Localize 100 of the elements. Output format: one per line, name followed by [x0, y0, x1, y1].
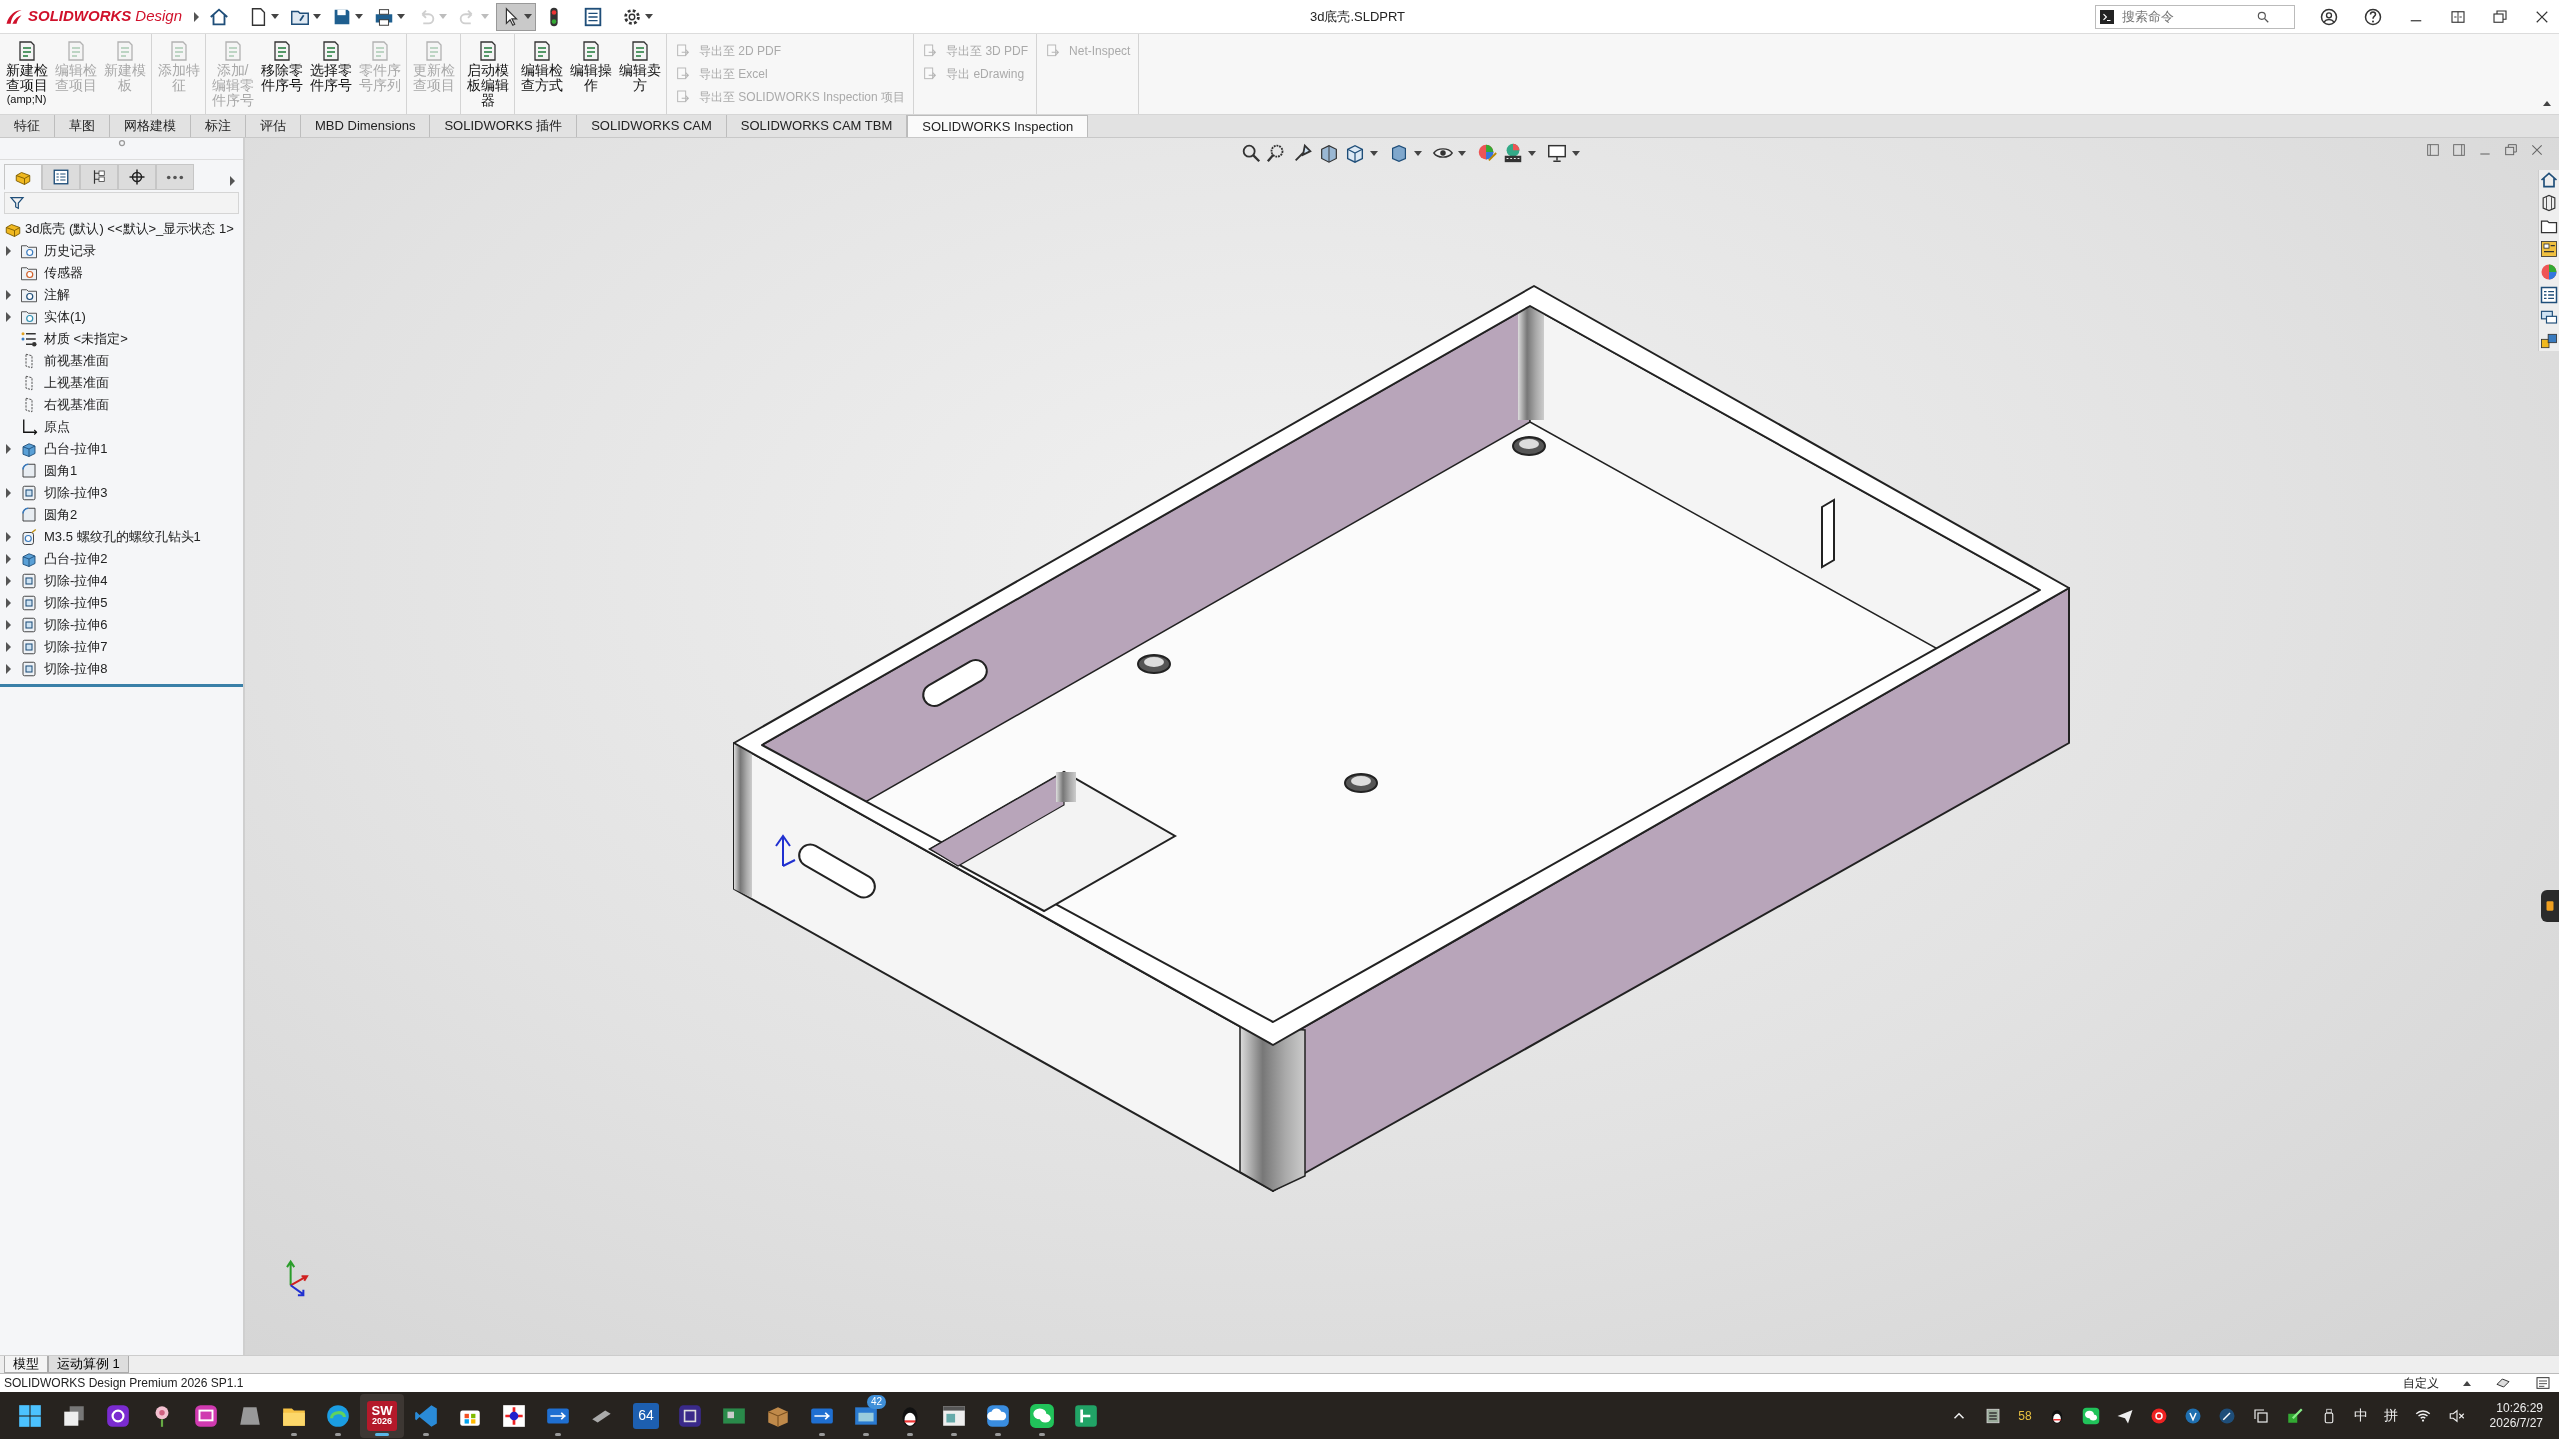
select-button[interactable] — [496, 2, 536, 31]
tray-text[interactable]: 中 — [2353, 1405, 2368, 1426]
caret-icon[interactable] — [524, 14, 532, 19]
expand-arrow-icon[interactable] — [5, 290, 11, 300]
taskbar-button[interactable]: 64 — [624, 1393, 668, 1438]
caret-icon[interactable] — [355, 14, 363, 19]
tree-item[interactable]: 切除-拉伸6 — [38, 615, 108, 635]
tree-item[interactable]: 凸台-拉伸1 — [38, 439, 108, 459]
expand-arrow-icon[interactable] — [5, 444, 11, 454]
ribbon-button[interactable]: 编辑检查方式 — [517, 34, 566, 114]
scene-icon[interactable] — [1502, 142, 1524, 164]
caret-icon[interactable] — [271, 14, 279, 19]
tree-item[interactable]: 材质 <未指定> — [38, 329, 128, 349]
expand-arrow-icon[interactable] — [5, 598, 11, 608]
zoom-fit-icon[interactable] — [1240, 142, 1262, 164]
tree-item[interactable]: 切除-拉伸8 — [38, 659, 108, 679]
restore-icon[interactable] — [2491, 7, 2509, 26]
design-library-icon[interactable] — [2539, 331, 2559, 351]
expand-arrow-icon[interactable] — [5, 664, 11, 674]
custom-properties-icon[interactable] — [2539, 285, 2559, 305]
caret-icon[interactable] — [2463, 1380, 2471, 1386]
previous-view-icon[interactable] — [1292, 142, 1314, 164]
expand-arrow-icon[interactable] — [5, 642, 11, 652]
tree-item[interactable]: 注解 — [38, 285, 70, 305]
home-icon[interactable] — [2539, 170, 2559, 190]
ribbon-button[interactable]: 编辑卖方 — [615, 34, 664, 114]
tab[interactable]: 模型 — [4, 1356, 48, 1373]
user-icon[interactable] — [2319, 6, 2339, 27]
tree-item[interactable]: 历史记录 — [38, 241, 96, 261]
chat-bubbles-icon[interactable] — [2081, 1406, 2100, 1425]
tree-item[interactable]: 前视基准面 — [38, 351, 109, 371]
cube-icon[interactable] — [1344, 142, 1366, 164]
expand-arrow-icon[interactable] — [230, 176, 235, 186]
units-selector[interactable]: 自定义 — [2403, 1374, 2439, 1392]
search-icon[interactable] — [2256, 9, 2270, 24]
tree-item[interactable]: 上视基准面 — [38, 373, 109, 393]
edit-icon[interactable] — [2285, 1406, 2304, 1425]
ribbon-button[interactable]: 选择零件序号 — [306, 34, 355, 114]
expand-arrow-icon[interactable] — [5, 576, 11, 586]
tab[interactable]: SOLIDWORKS Inspection — [907, 115, 1089, 137]
caret-icon[interactable] — [1572, 150, 1580, 156]
meter-icon[interactable] — [1984, 1406, 2003, 1425]
tree-item[interactable]: 切除-拉伸4 — [38, 571, 108, 591]
v-logo-icon[interactable] — [2183, 1406, 2202, 1425]
expand-arrow-icon[interactable] — [5, 312, 11, 322]
caret-icon[interactable] — [645, 14, 653, 19]
appearance-icon[interactable] — [1476, 142, 1498, 164]
panel-tab[interactable] — [80, 164, 118, 190]
tree-item[interactable]: 凸台-拉伸2 — [38, 549, 108, 569]
side-tab[interactable] — [2541, 890, 2559, 922]
monitor-icon[interactable] — [1546, 142, 1568, 164]
search-input[interactable]: 搜索命令 — [2120, 5, 2250, 28]
caret-icon[interactable] — [397, 14, 405, 19]
caret-icon[interactable] — [1370, 150, 1378, 156]
tile-left-icon[interactable] — [2425, 142, 2441, 158]
ribbon-button[interactable]: 启动模板编辑器 — [463, 34, 512, 114]
help-icon[interactable] — [2363, 6, 2383, 27]
expand-arrow-icon[interactable] — [194, 11, 200, 22]
caret-icon[interactable] — [1528, 150, 1536, 156]
expand-arrow-icon[interactable] — [5, 532, 11, 542]
tree-item[interactable]: 原点 — [38, 417, 70, 437]
tree-item[interactable]: 实体(1) — [38, 307, 86, 327]
tree-item[interactable]: 右视基准面 — [38, 395, 109, 415]
tree-item[interactable]: 切除-拉伸7 — [38, 637, 108, 657]
ribbon-button[interactable]: 编辑操作 — [566, 34, 615, 114]
tab[interactable]: 运动算例 1 — [48, 1356, 129, 1373]
tree-root[interactable]: 3d底壳 (默认) <<默认>_显示状态 1> — [22, 219, 234, 239]
ribbon-button[interactable]: 新建检查项目 (amp;N) — [2, 34, 51, 114]
tile-right-icon[interactable] — [2451, 142, 2467, 158]
list-icon[interactable] — [582, 5, 604, 28]
expand-arrow-icon[interactable] — [5, 246, 11, 256]
search-field[interactable]: 搜索命令 — [2095, 4, 2295, 29]
tree-item[interactable]: 传感器 — [38, 263, 83, 283]
expand-arrow-icon[interactable] — [5, 554, 11, 564]
panel-tab[interactable] — [118, 164, 156, 190]
list-icon[interactable] — [2535, 1375, 2551, 1391]
copy-icon[interactable] — [2251, 1406, 2270, 1425]
expand-arrow-icon[interactable] — [5, 488, 11, 498]
tree-item[interactable]: M3.5 螺纹孔的螺纹孔钻头1 — [38, 527, 201, 547]
tree-item[interactable]: 圆角1 — [38, 461, 78, 481]
view-palette-icon[interactable] — [2539, 239, 2559, 259]
clock-date[interactable]: 2026/7/27 — [2489, 1415, 2543, 1431]
section-view-icon[interactable] — [1318, 142, 1340, 164]
tree-item[interactable]: 圆角2 — [38, 505, 78, 525]
caret-icon[interactable] — [313, 14, 321, 19]
tree-item[interactable]: 切除-拉伸5 — [38, 593, 108, 613]
taskbar-button[interactable]: SW 2026 — [360, 1393, 404, 1438]
tree-item[interactable]: 切除-拉伸3 — [38, 483, 108, 503]
filter-field[interactable] — [4, 192, 239, 214]
expand-arrow-icon[interactable] — [5, 620, 11, 630]
appearance-icon[interactable] — [2539, 262, 2559, 282]
enclosure-model-drawing[interactable] — [733, 285, 2070, 1192]
caret-icon[interactable] — [1414, 150, 1422, 156]
tray-text[interactable]: 拼 — [2383, 1405, 2398, 1426]
ribbon-button[interactable]: 移除零件序号 — [257, 34, 306, 114]
restore-icon[interactable] — [2503, 142, 2519, 158]
panel-tab[interactable] — [42, 164, 80, 190]
tray-text[interactable]: 58 — [2018, 1406, 2032, 1425]
clock-time[interactable]: 10:26:29 — [2489, 1400, 2543, 1416]
caret-icon[interactable] — [1458, 150, 1466, 156]
